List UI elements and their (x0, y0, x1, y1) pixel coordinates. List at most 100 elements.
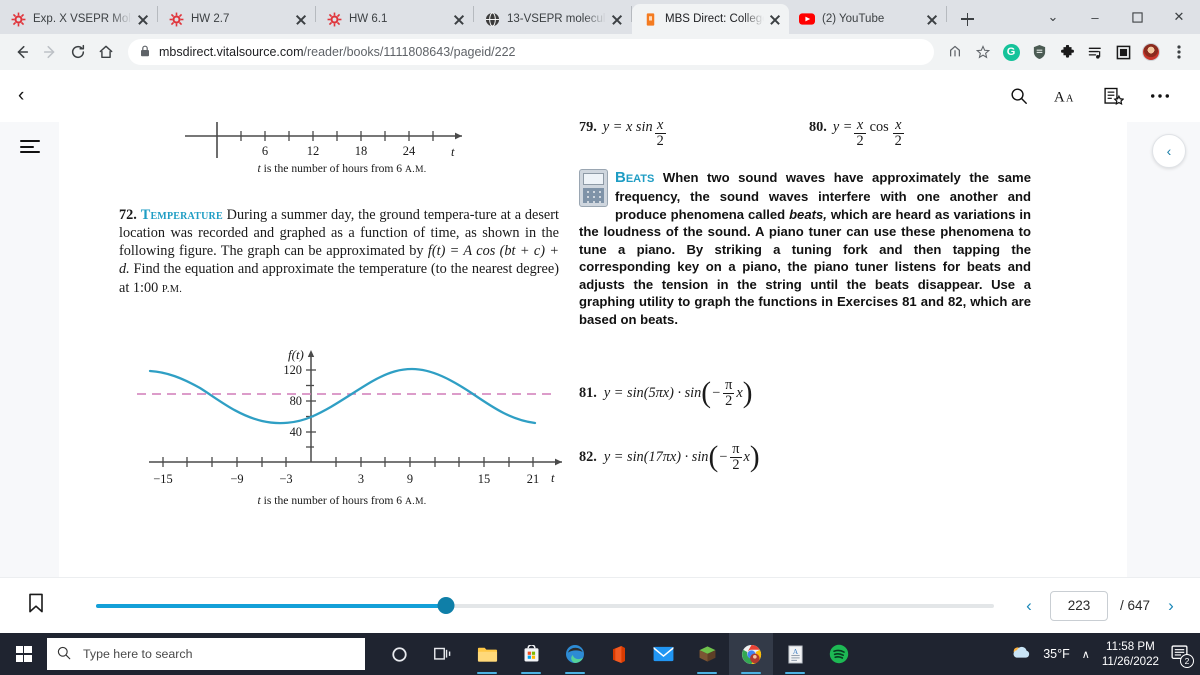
font-size-icon[interactable]: AA (1054, 87, 1078, 105)
problem-expression: y = sin(5πx) · sin (603, 385, 702, 401)
svg-text:15: 15 (478, 472, 490, 486)
previous-page-button[interactable]: ‹ (1020, 596, 1038, 616)
close-icon[interactable] (293, 11, 309, 27)
chevron-up-icon[interactable]: ∧ (1082, 648, 1090, 661)
page-number-input[interactable]: 223 (1049, 590, 1108, 621)
microsoft-store-icon[interactable] (509, 633, 553, 675)
close-window-button[interactable]: ✕ (1158, 0, 1200, 34)
textbook-page: 6 12 18 24 t t is the number of hours fr… (59, 122, 1127, 577)
taskbar-clock[interactable]: 11:58 PM 11/26/2022 (1102, 639, 1159, 670)
problem-81: 81. y = sin(5πx) · sin ( − π 2 x ) (579, 377, 753, 410)
minus-sign: − (712, 385, 721, 401)
svg-text:24: 24 (403, 144, 416, 158)
previous-page-round-button[interactable]: ‹ (1152, 134, 1186, 168)
graphing-calculator-icon (579, 169, 608, 207)
svg-text:3: 3 (358, 472, 364, 486)
problem-expression: y = x sin (602, 122, 653, 135)
browser-tab-label: MBS Direct: College (665, 13, 764, 25)
minimize-button[interactable]: – (1074, 0, 1116, 34)
profile-avatar[interactable] (1138, 39, 1164, 65)
windows-taskbar: Type here to search A 35°F ∧ 11:58 PM 11… (0, 633, 1200, 675)
home-button[interactable] (92, 38, 120, 66)
browser-tab-2[interactable]: HW 6.1 (316, 4, 473, 34)
browser-tab-label: (2) YouTube (822, 13, 885, 25)
slider-handle[interactable] (437, 597, 455, 614)
chart-cosine-caption: t is the number of hours from 6 A.M. (257, 494, 427, 507)
problem-expression: y = (832, 122, 853, 135)
browser-tab-5[interactable]: (2) YouTube (789, 4, 946, 34)
red-molecule-icon (10, 11, 26, 27)
maximize-button[interactable] (1116, 0, 1158, 34)
hamburger-menu-icon[interactable] (20, 140, 40, 154)
close-icon[interactable] (924, 11, 940, 27)
word-document-icon[interactable]: A (773, 633, 817, 675)
reader-tool-group: AA (1010, 87, 1182, 106)
reader-back-button[interactable]: ‹ (18, 85, 48, 107)
close-icon[interactable] (135, 11, 151, 27)
problem-topic-label: Temperature (140, 207, 223, 223)
browser-tab-3[interactable]: 13-VSEPR molecula (474, 4, 631, 34)
problem-72: 72. Temperature During a summer day, the… (119, 207, 560, 296)
share-icon[interactable] (942, 39, 968, 65)
back-button[interactable] (8, 38, 36, 66)
reload-button[interactable] (64, 38, 92, 66)
weather-widget[interactable]: 35°F (1009, 644, 1070, 665)
taskbar-search-input[interactable]: Type here to search (47, 638, 365, 670)
playlist-icon[interactable] (1082, 39, 1108, 65)
windows-start-icon[interactable] (0, 633, 47, 675)
browser-tab-label: Exp. X VSEPR Molec (33, 13, 132, 25)
notification-badge: 2 (1180, 653, 1194, 668)
minus-sign: − (719, 449, 728, 465)
clock-date: 11/26/2022 (1101, 655, 1159, 668)
reader-left-rail (0, 122, 59, 577)
notebook-star-icon[interactable] (1104, 87, 1124, 106)
new-tab-button[interactable] (953, 5, 981, 33)
chart-cosine-graph: 120 80 40 f(t) −15 −9 −3 3 9 15 21 t (107, 344, 577, 494)
next-page-button[interactable]: › (1162, 596, 1180, 616)
reader-header: ‹ AA (0, 70, 1200, 122)
office-icon[interactable] (597, 633, 641, 675)
minecraft-icon[interactable] (685, 633, 729, 675)
address-bar[interactable]: mbsdirect.vitalsource.com/reader/books/1… (128, 39, 934, 65)
screen-root: Exp. X VSEPR Molec HW 2.7 HW 6.1 13-VSEP… (0, 0, 1200, 675)
window-controls: ⌄ – ✕ (1032, 0, 1200, 34)
file-explorer-icon[interactable] (465, 633, 509, 675)
svg-text:−15: −15 (153, 472, 172, 486)
browser-action-icons: G (942, 39, 1192, 65)
grammarly-extension-icon[interactable]: G (998, 39, 1024, 65)
mail-icon[interactable] (641, 633, 685, 675)
extensions-puzzle-icon[interactable] (1054, 39, 1080, 65)
close-icon[interactable] (767, 11, 783, 27)
fraction: x 2 (654, 122, 666, 148)
browser-tab-label: 13-VSEPR molecula (507, 13, 606, 25)
more-options-icon[interactable] (1150, 93, 1170, 99)
variable: x (743, 449, 750, 465)
bookmark-star-icon[interactable] (970, 39, 996, 65)
close-icon[interactable] (609, 11, 625, 27)
url-host: mbsdirect.vitalsource.com (159, 45, 304, 59)
svg-text:A: A (792, 646, 798, 655)
close-icon[interactable] (451, 11, 467, 27)
forward-button[interactable] (36, 38, 64, 66)
microsoft-edge-icon[interactable] (553, 633, 597, 675)
svg-text:9: 9 (407, 472, 413, 486)
bookmark-icon[interactable] (28, 593, 52, 618)
task-view-icon[interactable] (421, 633, 465, 675)
browser-tab-4-active[interactable]: MBS Direct: College (632, 4, 789, 34)
spotify-icon[interactable] (817, 633, 861, 675)
shield-extension-icon[interactable] (1026, 39, 1052, 65)
browser-toolbar: mbsdirect.vitalsource.com/reader/books/1… (0, 34, 1200, 70)
browser-tab-1[interactable]: HW 2.7 (158, 4, 315, 34)
variable: x (736, 385, 743, 401)
google-chrome-icon[interactable] (729, 633, 773, 675)
chevron-down-icon[interactable]: ⌄ (1032, 0, 1074, 34)
cortana-icon[interactable] (377, 633, 421, 675)
browser-tab-0[interactable]: Exp. X VSEPR Molec (0, 4, 157, 34)
beats-paragraph: Beats When two sound waves have approxim… (579, 168, 1031, 328)
kebab-menu-icon[interactable] (1166, 39, 1192, 65)
square-extension-icon[interactable] (1110, 39, 1136, 65)
search-icon[interactable] (1010, 87, 1028, 105)
reading-progress-slider[interactable] (96, 597, 994, 614)
taskbar-search-placeholder: Type here to search (83, 647, 193, 661)
notification-center-icon[interactable]: 2 (1171, 644, 1194, 668)
